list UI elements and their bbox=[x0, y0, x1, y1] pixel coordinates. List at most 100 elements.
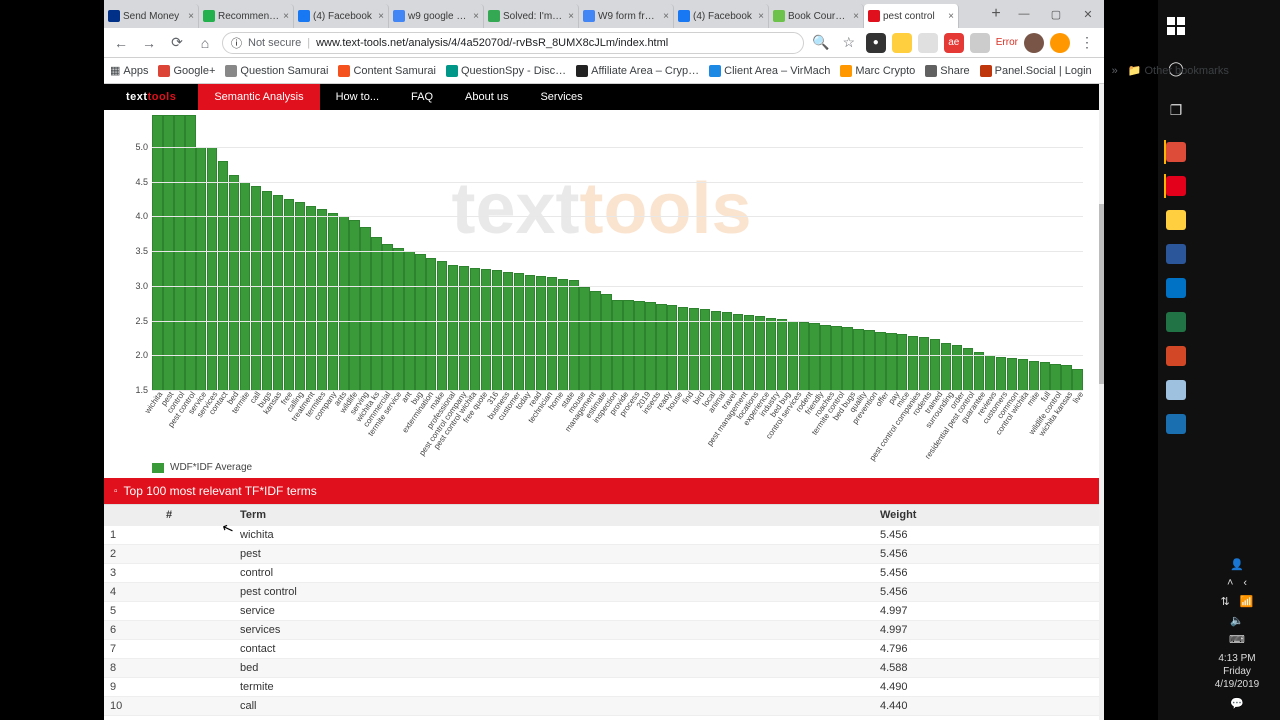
bar[interactable] bbox=[908, 336, 918, 390]
bar[interactable] bbox=[875, 332, 885, 390]
bar[interactable] bbox=[941, 343, 951, 390]
bar[interactable] bbox=[284, 199, 294, 390]
bar[interactable] bbox=[623, 300, 633, 390]
bar[interactable] bbox=[579, 287, 589, 390]
clock-time[interactable]: 4:13 PM bbox=[1194, 652, 1280, 665]
site-logo[interactable]: texttools bbox=[104, 84, 198, 110]
bookmark-8[interactable]: Panel.Social | Login bbox=[980, 65, 1092, 77]
nav-faq[interactable]: FAQ bbox=[395, 84, 449, 110]
tray-wifi-icon[interactable]: 📶 bbox=[1240, 595, 1254, 608]
other-bookmarks[interactable]: 📁Other bookmarks bbox=[1128, 64, 1229, 77]
bar[interactable] bbox=[306, 206, 316, 390]
bookmark-0[interactable]: Google+ bbox=[158, 65, 215, 77]
bar[interactable] bbox=[382, 244, 392, 390]
bar[interactable] bbox=[809, 323, 819, 390]
bar[interactable] bbox=[853, 329, 863, 390]
tab-4[interactable]: Solved: I'm…× bbox=[484, 4, 579, 28]
bar[interactable] bbox=[996, 357, 1006, 390]
tab-close-icon[interactable]: × bbox=[758, 11, 764, 22]
tab-close-icon[interactable]: × bbox=[378, 11, 384, 22]
minimize-button[interactable]: — bbox=[1008, 0, 1040, 28]
bar[interactable] bbox=[448, 265, 458, 390]
bar[interactable] bbox=[820, 325, 830, 390]
taskbar-app-chrome[interactable] bbox=[1164, 140, 1188, 164]
home-button[interactable]: ⌂ bbox=[194, 32, 216, 54]
tray-people-icon[interactable]: 👤 bbox=[1230, 558, 1244, 571]
bar[interactable] bbox=[415, 254, 425, 390]
bar[interactable] bbox=[930, 339, 940, 390]
table-row[interactable]: 10call4.440 bbox=[104, 697, 1099, 716]
bar[interactable] bbox=[919, 337, 929, 390]
bookmark-4[interactable]: Affiliate Area – Cryp… bbox=[576, 65, 699, 77]
bar[interactable] bbox=[656, 304, 666, 390]
bar[interactable] bbox=[349, 220, 359, 390]
scrollbar[interactable] bbox=[1099, 84, 1104, 720]
bar[interactable] bbox=[547, 277, 557, 390]
col-term[interactable]: Term bbox=[234, 505, 874, 526]
taskbar-app-outlook[interactable] bbox=[1164, 276, 1188, 300]
table-row[interactable]: 11bugs4.366 bbox=[104, 716, 1099, 720]
bar[interactable] bbox=[1007, 358, 1017, 390]
bar[interactable] bbox=[163, 115, 173, 390]
bar[interactable] bbox=[1061, 365, 1071, 390]
bar[interactable] bbox=[722, 312, 732, 390]
tab-3[interactable]: w9 google …× bbox=[389, 4, 484, 28]
nav-about-us[interactable]: About us bbox=[449, 84, 524, 110]
bar[interactable] bbox=[196, 147, 206, 390]
bar[interactable] bbox=[985, 355, 995, 390]
ext-icon-3[interactable] bbox=[918, 33, 938, 53]
tab-2[interactable]: (4) Facebook× bbox=[294, 4, 389, 28]
new-tab-button[interactable]: + bbox=[984, 0, 1008, 28]
forward-button[interactable]: → bbox=[138, 32, 160, 54]
close-window-button[interactable]: ✕ bbox=[1072, 0, 1104, 28]
bar[interactable] bbox=[152, 115, 162, 390]
ext-icon-5[interactable] bbox=[970, 33, 990, 53]
bookmark-1[interactable]: Question Samurai bbox=[225, 65, 328, 77]
tab-close-icon[interactable]: × bbox=[663, 11, 669, 22]
ext-icon-1[interactable]: ● bbox=[866, 33, 886, 53]
bar[interactable] bbox=[1040, 362, 1050, 390]
table-section-header[interactable]: ▫ Top 100 most relevant TF*IDF terms bbox=[104, 478, 1099, 504]
ext-icon-4[interactable]: ae bbox=[944, 33, 964, 53]
bar[interactable] bbox=[645, 302, 655, 390]
nav-semantic-analysis[interactable]: Semantic Analysis bbox=[198, 84, 319, 110]
bar[interactable] bbox=[514, 273, 524, 390]
bar[interactable] bbox=[569, 280, 579, 390]
table-row[interactable]: 4pest control5.456 bbox=[104, 583, 1099, 602]
taskbar-app-explorer[interactable] bbox=[1164, 208, 1188, 232]
bar[interactable] bbox=[503, 272, 513, 390]
bar[interactable] bbox=[634, 301, 644, 390]
ext-icon-2[interactable] bbox=[892, 33, 912, 53]
tray-lang-icon[interactable]: ⌨ bbox=[1229, 633, 1245, 646]
bookmark-7[interactable]: Share bbox=[925, 65, 969, 77]
table-row[interactable]: 1wichita5.456 bbox=[104, 526, 1099, 545]
bar[interactable] bbox=[897, 334, 907, 390]
bar[interactable] bbox=[185, 115, 195, 390]
table-row[interactable]: 7contact4.796 bbox=[104, 640, 1099, 659]
col-weight[interactable]: Weight bbox=[874, 505, 1099, 526]
bar[interactable] bbox=[273, 195, 283, 390]
scrollbar-thumb[interactable] bbox=[1099, 204, 1104, 384]
taskbar-app-opera[interactable] bbox=[1164, 174, 1188, 198]
bar[interactable] bbox=[744, 315, 754, 390]
bar[interactable] bbox=[711, 311, 721, 390]
tray-back-icon[interactable]: ‹ bbox=[1243, 577, 1247, 589]
tray-volume-icon[interactable]: 🔈 bbox=[1230, 614, 1244, 627]
maximize-button[interactable]: ▢ bbox=[1040, 0, 1072, 28]
tray-network-icon[interactable]: ⇅ bbox=[1221, 595, 1230, 608]
table-row[interactable]: 9termite4.490 bbox=[104, 678, 1099, 697]
bar[interactable] bbox=[766, 318, 776, 390]
star-icon[interactable]: ☆ bbox=[838, 32, 860, 54]
bar[interactable] bbox=[558, 279, 568, 390]
profile-avatar[interactable] bbox=[1024, 33, 1044, 53]
tab-close-icon[interactable]: × bbox=[188, 11, 194, 22]
tab-8[interactable]: pest control× bbox=[864, 4, 959, 28]
bar[interactable] bbox=[339, 216, 349, 390]
bar[interactable] bbox=[831, 326, 841, 390]
bar[interactable] bbox=[952, 345, 962, 390]
bookmark-2[interactable]: Content Samurai bbox=[338, 65, 436, 77]
profile-avatar-2[interactable] bbox=[1050, 33, 1070, 53]
tab-close-icon[interactable]: × bbox=[283, 11, 289, 22]
bar[interactable] bbox=[1018, 359, 1028, 390]
bar[interactable] bbox=[371, 237, 381, 390]
